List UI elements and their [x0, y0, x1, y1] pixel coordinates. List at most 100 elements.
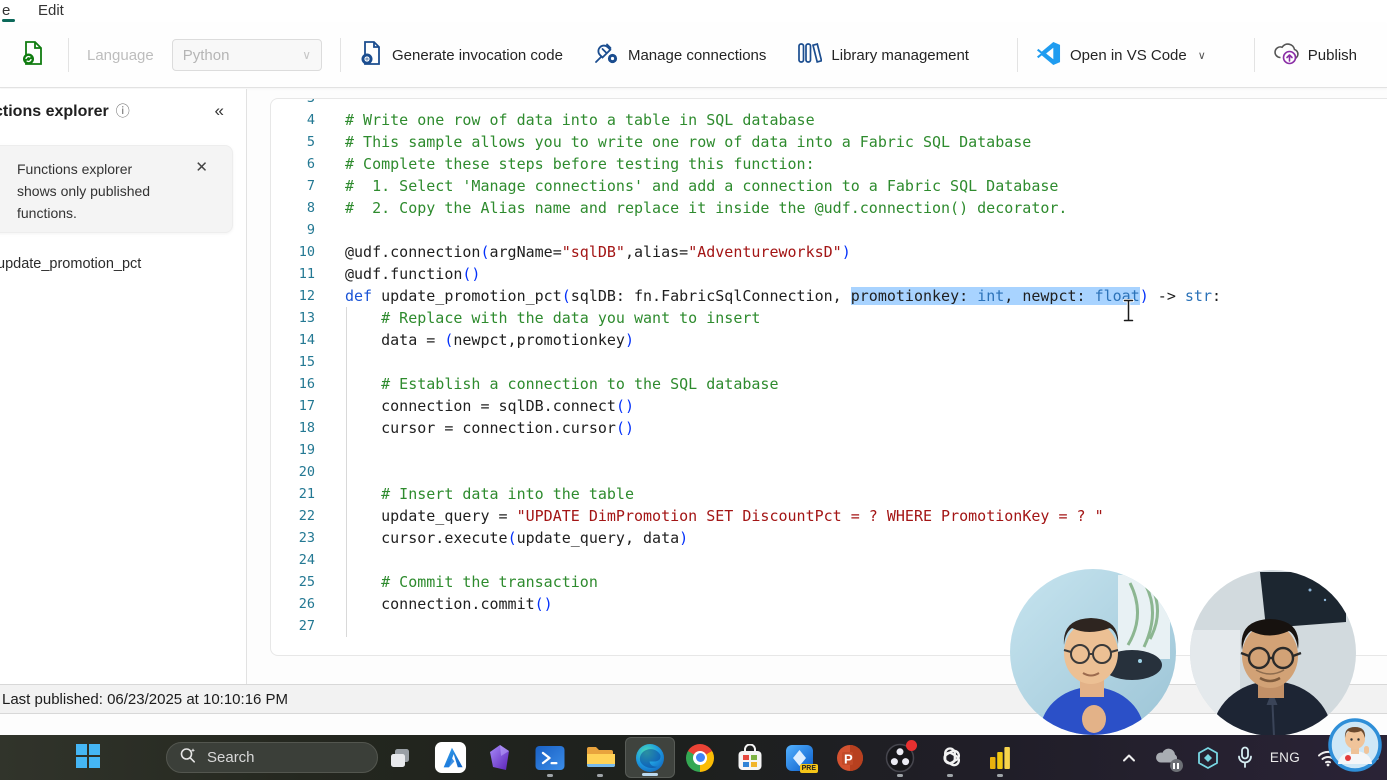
code-token: # Replace with the data you want to inse…: [345, 309, 761, 327]
open-in-vscode-button[interactable]: Open in VS Code ∨: [1036, 41, 1206, 70]
code-line-16[interactable]: 16 # Establish a connection to the SQL d…: [271, 373, 1387, 395]
running-indicator: [547, 774, 553, 777]
powerpoint-taskbar-button[interactable]: P: [825, 737, 875, 778]
task-view-icon: [388, 746, 412, 770]
svg-text:P: P: [844, 751, 853, 766]
file-explorer-taskbar-button[interactable]: [575, 737, 625, 778]
code-token: ): [679, 529, 689, 547]
code-token: (: [561, 287, 571, 305]
line-number: 8: [306, 200, 315, 216]
code-token: argName=: [489, 243, 562, 261]
onedrive-tray-icon[interactable]: [1154, 746, 1183, 772]
sidebar-item-update-promotion-pct[interactable]: update_promotion_pct: [0, 256, 141, 272]
code-text: cursor.execute(update_query, data): [315, 527, 688, 549]
code-line-17[interactable]: 17 connection = sqlDB.connect(): [271, 395, 1387, 417]
code-token: (): [534, 595, 553, 613]
obsidian-taskbar-button[interactable]: [475, 737, 525, 778]
function-file-button[interactable]: [16, 38, 50, 72]
microphone-tray-icon[interactable]: [1237, 746, 1253, 769]
chrome-icon: [686, 743, 714, 772]
code-line-24[interactable]: 24: [271, 549, 1387, 571]
code-line-21[interactable]: 21 # Insert data into the table: [271, 483, 1387, 505]
collapse-sidebar-icon[interactable]: «: [215, 101, 224, 121]
code-line-22[interactable]: 22 update_query = "UPDATE DimPromotion S…: [271, 505, 1387, 527]
search-input[interactable]: Search: [166, 742, 378, 773]
edge-icon: [635, 743, 665, 773]
chatgpt-taskbar-button[interactable]: [925, 737, 975, 778]
manage-connections-label: Manage connections: [627, 46, 767, 64]
code-lines: 3 4 # Write one row of data into a table i…: [271, 99, 1387, 637]
powershell-taskbar-button[interactable]: [525, 737, 575, 778]
close-icon[interactable]: ✕: [195, 158, 208, 176]
info-card-text: Functions explorer shows only published …: [17, 161, 151, 222]
code-text: # Complete these steps before testing th…: [315, 153, 815, 175]
azure-taskbar-button[interactable]: [425, 737, 475, 778]
generate-invocation-code-label: Generate invocation code: [392, 46, 563, 64]
start-button[interactable]: [68, 743, 108, 772]
code-line-5[interactable]: 5 # This sample allows you to write one r…: [271, 131, 1387, 153]
running-indicator: [997, 774, 1003, 777]
code-token: cursor.execute: [345, 529, 508, 547]
code-token: data =: [345, 331, 445, 349]
line-number: 19: [298, 442, 315, 458]
tab-home-partial[interactable]: e: [2, 0, 16, 22]
code-line-3[interactable]: 3: [271, 99, 1387, 109]
code-text: @udf.connection(argName="sqlDB",alias="A…: [315, 241, 851, 263]
code-token: ): [1139, 287, 1149, 305]
info-icon[interactable]: ⓘ: [116, 103, 130, 119]
code-token: sqlDB: fn.FabricSqlConnection,: [570, 287, 851, 305]
taskbar: Search PRE P ENG: [0, 735, 1387, 780]
menu-bar: e Edit: [0, 0, 1387, 24]
fabric-preview-taskbar-button[interactable]: PRE: [775, 737, 825, 778]
search-placeholder: Search: [207, 749, 255, 766]
code-line-19[interactable]: 19: [271, 439, 1387, 461]
ms-store-taskbar-button[interactable]: [725, 737, 775, 778]
code-token: # Complete these steps before testing th…: [345, 155, 815, 173]
code-line-12[interactable]: 12 def update_promotion_pct(sqlDB: fn.Fab…: [271, 285, 1387, 307]
language-badge[interactable]: ENG: [1270, 750, 1300, 765]
tray-expand-tray-icon[interactable]: [1121, 750, 1137, 766]
tab-edit[interactable]: Edit: [38, 0, 64, 22]
code-token: # Establish a connection to the SQL data…: [345, 375, 779, 393]
code-line-15[interactable]: 15: [271, 351, 1387, 373]
code-text: def update_promotion_pct(sqlDB: fn.Fabri…: [315, 285, 1221, 307]
generate-invocation-code-button[interactable]: Generate invocation code: [359, 40, 563, 70]
manage-connections-button[interactable]: Manage connections: [593, 41, 766, 69]
chrome-taskbar-button[interactable]: [675, 737, 725, 778]
code-editor[interactable]: 3 4 # Write one row of data into a table i…: [270, 98, 1387, 656]
publish-button[interactable]: Publish: [1273, 42, 1357, 69]
code-line-20[interactable]: 20: [271, 461, 1387, 483]
code-line-13[interactable]: 13 # Replace with the data you want to i…: [271, 307, 1387, 329]
last-published-text: Last published: 06/23/2025 at 10:10:16 P…: [2, 690, 289, 708]
mixed-reality-tray-icon[interactable]: [1196, 746, 1220, 770]
code-token: connection.commit: [345, 595, 535, 613]
cartoon-avatar-badge: [1328, 718, 1382, 777]
power-bi-taskbar-button[interactable]: [975, 737, 1025, 778]
code-token: # 2. Copy the Alias name and replace it …: [345, 199, 1068, 217]
code-line-11[interactable]: 11 @udf.function(): [271, 263, 1387, 285]
code-line-9[interactable]: 9: [271, 219, 1387, 241]
code-line-14[interactable]: 14 data = (newpct,promotionkey): [271, 329, 1387, 351]
line-number: 7: [306, 178, 315, 194]
code-line-8[interactable]: 8 # 2. Copy the Alias name and replace it…: [271, 197, 1387, 219]
library-management-label: Library management: [831, 46, 969, 64]
obs-studio-taskbar-button[interactable]: [875, 737, 925, 778]
code-line-7[interactable]: 7 # 1. Select 'Manage connections' and ad…: [271, 175, 1387, 197]
edge-taskbar-button[interactable]: [625, 737, 675, 778]
line-number: 15: [298, 354, 315, 370]
code-line-23[interactable]: 23 cursor.execute(update_query, data): [271, 527, 1387, 549]
code-token: str: [1184, 287, 1212, 305]
code-token: (: [480, 243, 490, 261]
webcam-left-person: [1010, 569, 1176, 735]
code-text: # Establish a connection to the SQL data…: [315, 373, 778, 395]
library-management-button[interactable]: Library management: [796, 41, 969, 69]
code-line-4[interactable]: 4 # Write one row of data into a table in…: [271, 109, 1387, 131]
code-line-6[interactable]: 6 # Complete these steps before testing t…: [271, 153, 1387, 175]
task-view-taskbar-button[interactable]: [375, 737, 425, 778]
language-select[interactable]: Python ∨: [171, 39, 323, 71]
code-line-10[interactable]: 10 @udf.connection(argName="sqlDB",alias=…: [271, 241, 1387, 263]
status-bar: Last published: 06/23/2025 at 10:10:16 P…: [0, 684, 1387, 714]
code-line-18[interactable]: 18 cursor = connection.cursor(): [271, 417, 1387, 439]
